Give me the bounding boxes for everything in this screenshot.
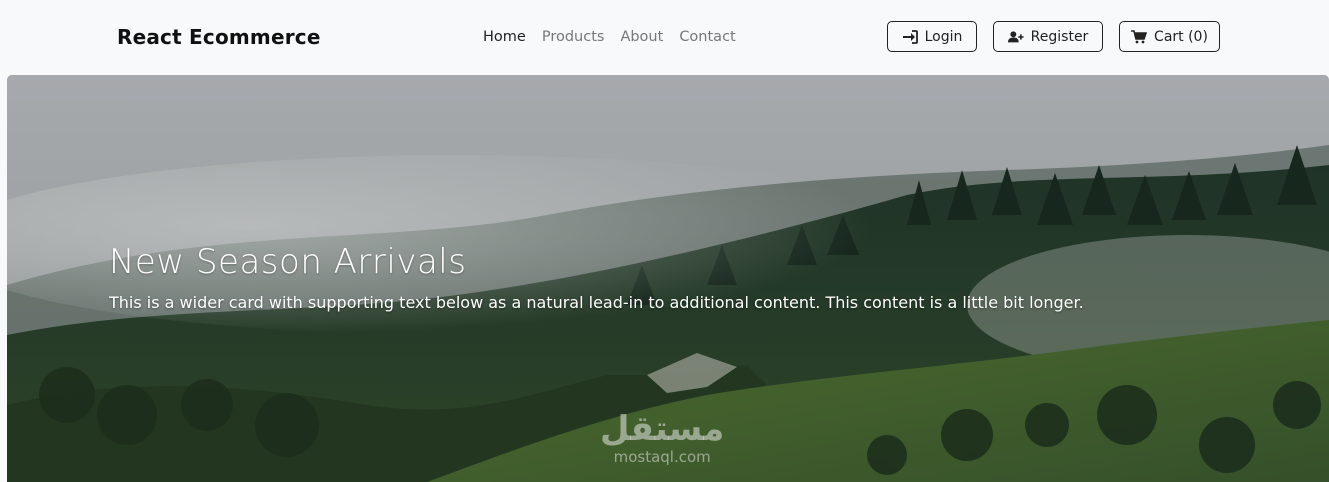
login-label: Login bbox=[924, 28, 963, 45]
login-button[interactable]: Login bbox=[887, 21, 977, 52]
register-label: Register bbox=[1030, 28, 1089, 45]
watermark: مستقل mostaql.com bbox=[600, 410, 724, 466]
nav-link-about[interactable]: About bbox=[620, 29, 663, 45]
cart-label: Cart (0) bbox=[1154, 28, 1208, 45]
hero-banner: New Season Arrivals This is a wider card… bbox=[7, 75, 1329, 482]
hero-title: New Season Arrivals bbox=[109, 242, 467, 282]
cart-button[interactable]: Cart (0) bbox=[1119, 21, 1220, 52]
shopping-cart-icon bbox=[1131, 29, 1148, 43]
nav-link-contact[interactable]: Contact bbox=[679, 29, 735, 45]
nav-links: Home Products About Contact bbox=[483, 29, 736, 45]
navbar: React Ecommerce Home Products About Cont… bbox=[0, 0, 1329, 75]
user-plus-icon bbox=[1007, 30, 1024, 42]
sign-in-icon bbox=[902, 29, 918, 44]
watermark-latin: mostaql.com bbox=[613, 448, 711, 466]
hero-description: This is a wider card with supporting tex… bbox=[109, 293, 1084, 312]
watermark-arabic: مستقل bbox=[600, 409, 725, 449]
register-button[interactable]: Register bbox=[993, 21, 1103, 52]
nav-link-home[interactable]: Home bbox=[483, 29, 526, 45]
nav-link-products[interactable]: Products bbox=[542, 29, 605, 45]
brand-logo[interactable]: React Ecommerce bbox=[117, 25, 321, 49]
